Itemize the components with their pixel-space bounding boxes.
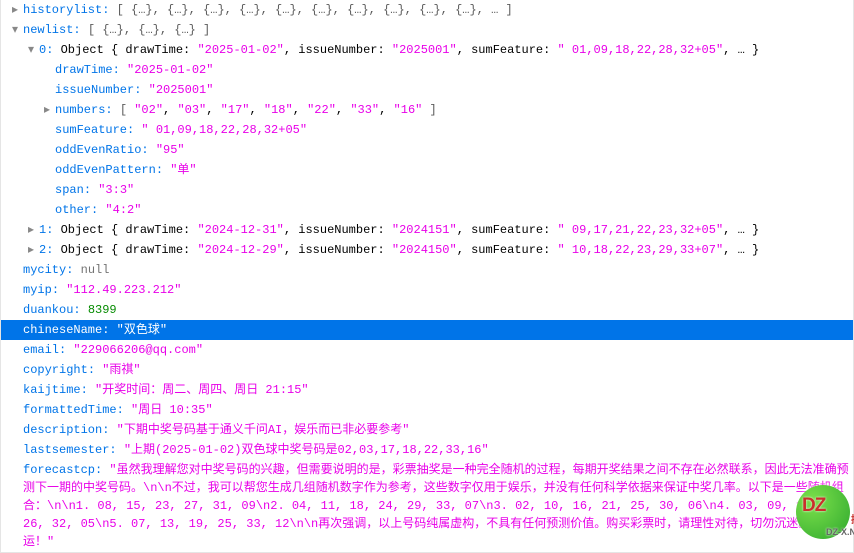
tree-row-kaijtime[interactable]: kaijtime: "开奖时间：周二、周四、周日 21:15" [1, 380, 853, 400]
tree-row-mycity[interactable]: mycity: null [1, 260, 853, 280]
tree-row-description[interactable]: description: "下期中奖号码基于通义千问AI，娱乐而已非必要参考" [1, 420, 853, 440]
chevron-down-icon[interactable]: ▾ [25, 41, 37, 59]
tree-row-issuenumber[interactable]: issueNumber: "2025001" [1, 80, 853, 100]
chevron-right-icon[interactable]: ▸ [9, 1, 21, 19]
chevron-right-icon[interactable]: ▸ [41, 101, 53, 119]
tree-row-numbers[interactable]: ▸ numbers: [ "02", "03", "17", "18", "22… [1, 100, 853, 120]
tree-row-chinesename[interactable]: chineseName: "双色球" [1, 320, 853, 340]
chevron-right-icon[interactable]: ▸ [25, 221, 37, 239]
tree-row-span[interactable]: span: "3:3" [1, 180, 853, 200]
value-preview: [ {…}, {…}, {…}, {…}, {…}, {…}, {…}, {…}… [117, 3, 513, 17]
key-historylist: historylist [23, 3, 102, 17]
tree-row-newlist-0[interactable]: ▾ 0: Object { drawTime: "2025-01-02", is… [1, 40, 853, 60]
tree-row-copyright[interactable]: copyright: "雨祺" [1, 360, 853, 380]
tree-row-myip[interactable]: myip: "112.49.223.212" [1, 280, 853, 300]
chevron-down-icon[interactable]: ▾ [9, 21, 21, 39]
tree-row-historylist[interactable]: ▸ historylist: [ {…}, {…}, {…}, {…}, {…}… [1, 0, 853, 20]
tree-row-lastsemester[interactable]: lastsemester: "上期(2025-01-02)双色球中奖号码是02,… [1, 440, 853, 460]
tree-row-email[interactable]: email: "229066206@qq.com" [1, 340, 853, 360]
tree-row-oddevenpattern[interactable]: oddEvenPattern: "单" [1, 160, 853, 180]
key-newlist: newlist [23, 23, 73, 37]
tree-row-other[interactable]: other: "4:2" [1, 200, 853, 220]
tree-row-newlist-2[interactable]: ▸ 2: Object { drawTime: "2024-12-29", is… [1, 240, 853, 260]
tree-row-sumfeature[interactable]: sumFeature: " 01,09,18,22,28,32+05" [1, 120, 853, 140]
tree-row-drawtime[interactable]: drawTime: "2025-01-02" [1, 60, 853, 80]
tree-row-newlist-1[interactable]: ▸ 1: Object { drawTime: "2024-12-31", is… [1, 220, 853, 240]
tree-row-duankou[interactable]: duankou: 8399 [1, 300, 853, 320]
chevron-right-icon[interactable]: ▸ [25, 241, 37, 259]
value-preview: [ {…}, {…}, {…} ] [88, 23, 210, 37]
tree-row-newlist[interactable]: ▾ newlist: [ {…}, {…}, {…} ] [1, 20, 853, 40]
tree-row-forecastcp[interactable]: forecastcp: "虽然我理解您对中奖号码的兴趣，但需要说明的是，彩票抽奖… [1, 460, 853, 552]
tree-row-oddevenratio[interactable]: oddEvenRatio: "95" [1, 140, 853, 160]
tree-row-formattedtime[interactable]: formattedTime: "周日 10:35" [1, 400, 853, 420]
